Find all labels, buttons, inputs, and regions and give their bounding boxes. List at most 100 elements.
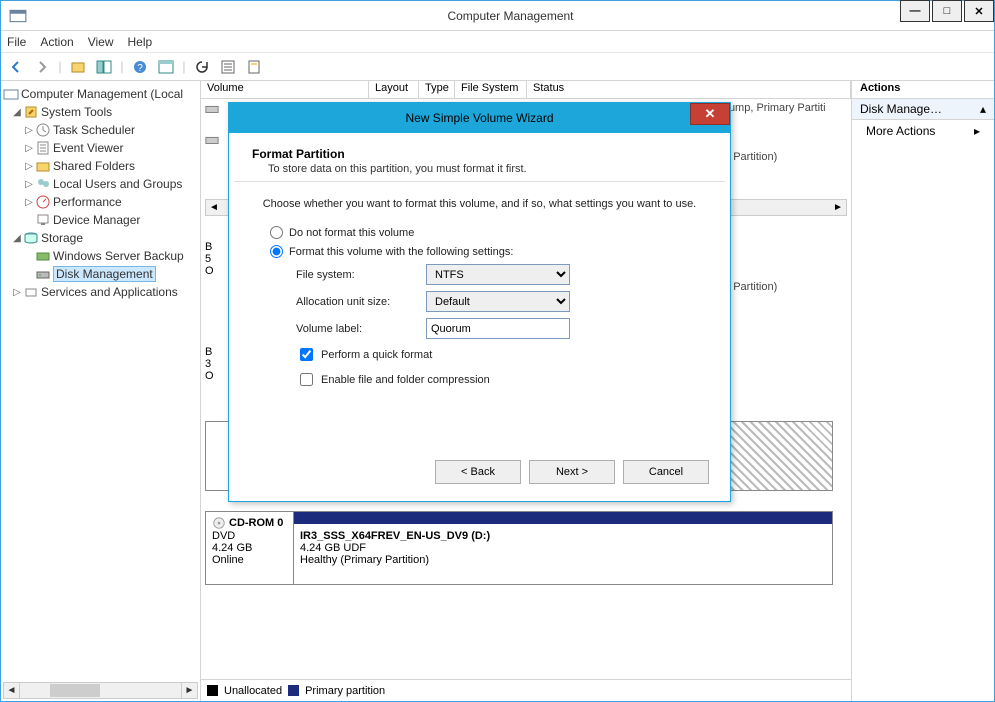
show-hide-tree-icon[interactable] [93, 56, 115, 78]
tree-performance[interactable]: ▷Performance [3, 193, 198, 211]
next-button[interactable]: Next > [529, 460, 615, 484]
primary-stripe [294, 512, 832, 524]
cdrom-vol-name: IR3_SSS_X64FREV_EN-US_DV9 (D:) [300, 530, 490, 542]
actions-disk-management[interactable]: Disk Manage…▴ [852, 99, 994, 120]
allocation-select[interactable]: Default [426, 291, 570, 312]
properties-icon[interactable] [243, 56, 265, 78]
menubar: File Action View Help [1, 31, 994, 53]
cdrom-volume[interactable]: IR3_SSS_X64FREV_EN-US_DV9 (D:) 4.24 GB U… [294, 512, 832, 584]
tree-storage[interactable]: ◢Storage [3, 229, 198, 247]
col-status[interactable]: Status [527, 81, 851, 98]
chevron-up-icon: ▴ [980, 102, 986, 116]
col-layout[interactable]: Layout [369, 81, 419, 98]
legend-unallocated-label: Unallocated [224, 685, 282, 697]
checkbox-compression[interactable]: Enable file and folder compression [296, 370, 697, 389]
checkbox-quick-format[interactable]: Perform a quick format [296, 345, 697, 364]
actions-more[interactable]: More Actions▸ [852, 120, 994, 142]
cdrom-icon [212, 516, 226, 530]
radio-no-format-label: Do not format this volume [289, 227, 414, 239]
radio-no-format-input[interactable] [270, 226, 283, 239]
tree-services[interactable]: ▷Services and Applications [3, 283, 198, 301]
chevron-right-icon: ▸ [974, 124, 980, 138]
filesystem-select[interactable]: NTFS [426, 264, 570, 285]
cdrom-label: CD-ROM 0 DVD 4.24 GB Online [206, 512, 294, 584]
tree-event-viewer[interactable]: ▷Event Viewer [3, 139, 198, 157]
allocation-label: Allocation unit size: [296, 296, 426, 308]
help-icon[interactable]: ? [129, 56, 151, 78]
dialog-header: Format Partition To store data on this p… [234, 135, 725, 182]
dialog-titlebar: New Simple Volume Wizard ✕ [229, 103, 730, 133]
separator: | [119, 56, 125, 78]
dialog-heading: Format Partition [252, 147, 345, 161]
settings-icon[interactable] [217, 56, 239, 78]
tree-system-tools[interactable]: ◢System Tools [3, 103, 198, 121]
maximize-button[interactable]: □ [932, 0, 962, 22]
menu-action[interactable]: Action [40, 35, 73, 49]
close-button[interactable]: ✕ [964, 0, 994, 22]
back-icon[interactable] [5, 56, 27, 78]
actions-pane: Actions Disk Manage…▴ More Actions▸ [852, 81, 994, 701]
scroll-left-icon[interactable]: ◄ [3, 682, 20, 699]
radio-format[interactable]: Format this volume with the following se… [270, 245, 697, 258]
app-icon [9, 7, 27, 25]
checkbox-quick-format-label: Perform a quick format [321, 349, 432, 361]
separator: | [57, 56, 63, 78]
dialog-title: New Simple Volume Wizard [405, 111, 553, 125]
legend-primary-icon [288, 685, 299, 696]
radio-format-input[interactable] [270, 245, 283, 258]
refresh-icon[interactable] [191, 56, 213, 78]
bg-text: Dump, Primary Partiti [721, 102, 826, 114]
cancel-button[interactable]: Cancel [623, 460, 709, 484]
radio-format-label: Format this volume with the following se… [289, 246, 513, 258]
titlebar: Computer Management — □ ✕ [1, 1, 994, 31]
menu-view[interactable]: View [88, 35, 114, 49]
legend-unallocated-icon [207, 685, 218, 696]
col-type[interactable]: Type [419, 81, 455, 98]
volume-label-label: Volume label: [296, 323, 426, 335]
separator: | [181, 56, 187, 78]
legend: Unallocated Primary partition [201, 679, 851, 701]
minimize-button[interactable]: — [900, 0, 930, 22]
scroll-right-icon[interactable]: ► [830, 200, 846, 215]
menu-file[interactable]: File [7, 35, 26, 49]
view-icon[interactable] [155, 56, 177, 78]
tree-local-users[interactable]: ▷Local Users and Groups [3, 175, 198, 193]
bg-disk-info: B3O [205, 346, 214, 382]
tree-pane: Computer Management (Local ◢System Tools… [1, 81, 201, 701]
filesystem-label: File system: [296, 269, 426, 281]
col-volume[interactable]: Volume [201, 81, 369, 98]
scroll-left-icon[interactable]: ◄ [206, 200, 222, 215]
actions-title: Actions [852, 81, 994, 99]
tree-hscrollbar[interactable]: ◄ ► [3, 682, 198, 699]
legend-primary-label: Primary partition [305, 685, 385, 697]
scroll-thumb[interactable] [50, 684, 100, 697]
svg-text:?: ? [137, 63, 143, 74]
radio-no-format[interactable]: Do not format this volume [270, 226, 697, 239]
back-button[interactable]: < Back [435, 460, 521, 484]
volume-label-input[interactable] [426, 318, 570, 339]
tree-shared-folders[interactable]: ▷Shared Folders [3, 157, 198, 175]
wizard-dialog: New Simple Volume Wizard ✕ Format Partit… [228, 102, 731, 502]
menu-help[interactable]: Help [128, 35, 153, 49]
toolbar: | | ? | [1, 53, 994, 81]
tree-root[interactable]: Computer Management (Local [3, 85, 198, 103]
tree-task-scheduler[interactable]: ▷Task Scheduler [3, 121, 198, 139]
dialog-close-button[interactable]: ✕ [690, 103, 730, 125]
scroll-right-icon[interactable]: ► [181, 682, 198, 699]
checkbox-quick-format-input[interactable] [300, 348, 313, 361]
bg-disk-info: B5O [205, 241, 214, 277]
forward-icon[interactable] [31, 56, 53, 78]
up-icon[interactable] [67, 56, 89, 78]
disk-row-cdrom[interactable]: CD-ROM 0 DVD 4.24 GB Online IR3_SSS_X64F… [205, 511, 833, 585]
bg-vol-icon [205, 133, 219, 150]
scroll-track[interactable] [20, 682, 181, 699]
dialog-intro: Choose whether you want to format this v… [262, 198, 697, 210]
col-fs[interactable]: File System [455, 81, 527, 98]
bg-vol-icon [205, 102, 219, 119]
cdrom-vol-health: Healthy (Primary Partition) [300, 554, 429, 566]
tree-disk-management[interactable]: Disk Management [3, 265, 198, 283]
tree-windows-backup[interactable]: Windows Server Backup [3, 247, 198, 265]
checkbox-compression-input[interactable] [300, 373, 313, 386]
dialog-subheading: To store data on this partition, you mus… [268, 163, 707, 175]
tree-device-manager[interactable]: Device Manager [3, 211, 198, 229]
